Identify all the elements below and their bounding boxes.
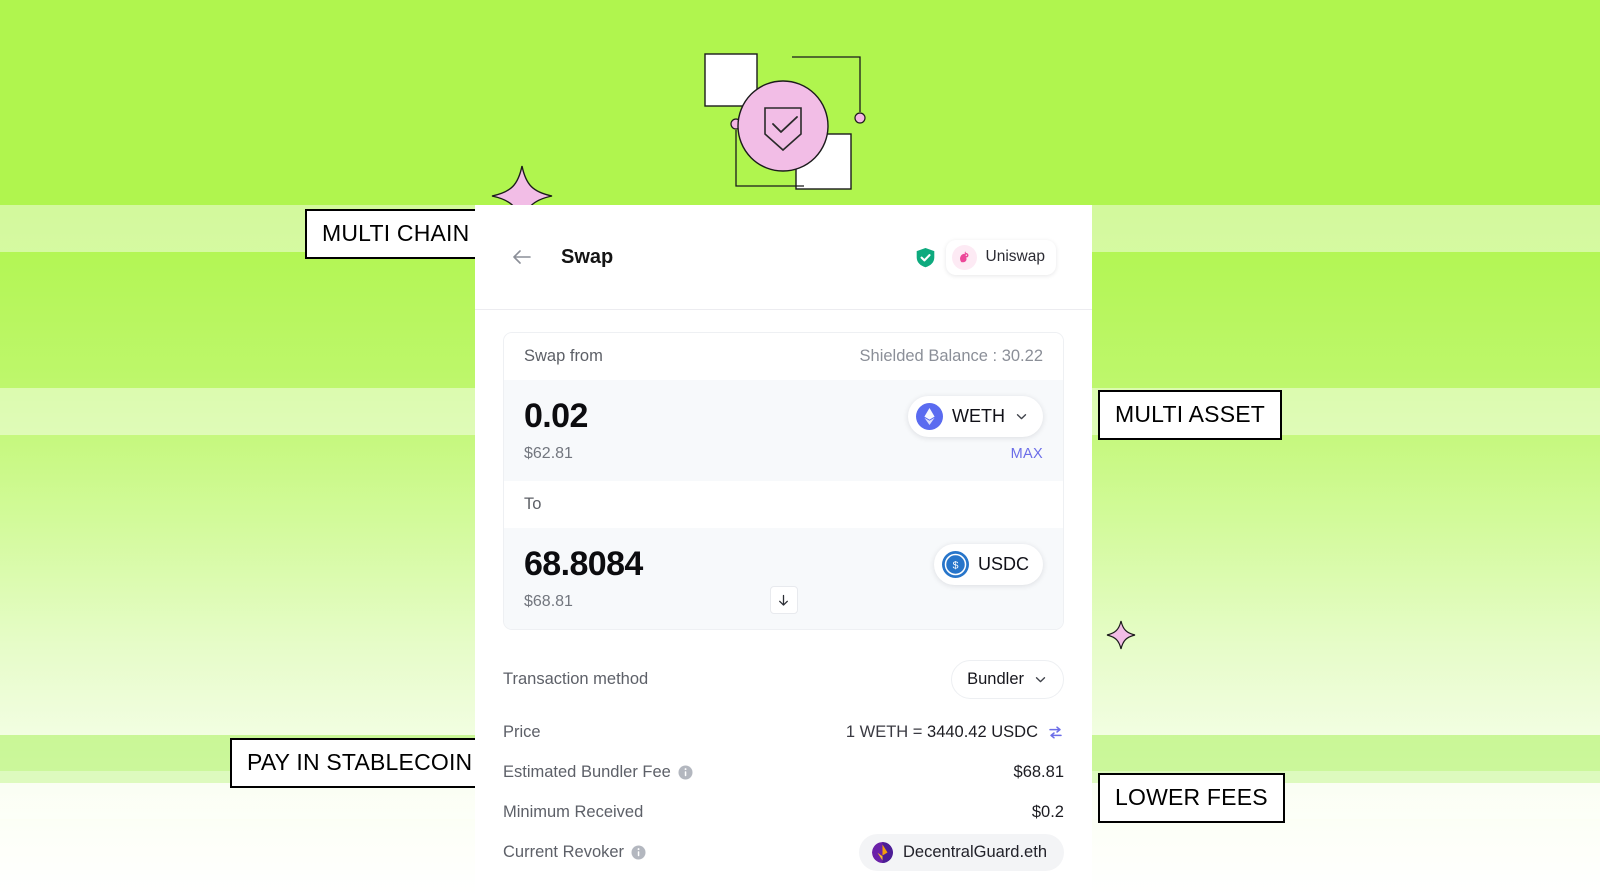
arrow-down-icon	[779, 594, 788, 606]
swap-card: Swap Uniswap Swap from Shielded Balance	[475, 205, 1092, 896]
token-selector-from[interactable]: WETH	[908, 396, 1043, 437]
ens-avatar-icon	[872, 841, 893, 863]
swap-from-amount-input[interactable]: 0.02	[524, 397, 588, 436]
swap-to-header: To	[504, 481, 1063, 528]
swap-to-amount-input[interactable]: 68.8084	[524, 545, 643, 584]
swap-from-header: Swap from Shielded Balance : 30.22	[504, 333, 1063, 380]
token-symbol-to: USDC	[977, 554, 1029, 574]
shield-hero-illustration	[704, 53, 866, 190]
usdc-icon: $	[941, 551, 969, 578]
transaction-details: Transaction method Bundler Price 1 WETH …	[503, 660, 1064, 871]
minimum-received-value: $0.2	[1031, 802, 1064, 821]
svg-text:$: $	[953, 559, 959, 571]
callout-multi-chain: MULTI CHAIN	[305, 209, 487, 259]
bundler-fee-text: Estimated Bundler Fee	[503, 762, 671, 781]
minimum-received-label: Minimum Received	[503, 802, 644, 821]
transaction-method-value: Bundler	[967, 670, 1024, 688]
swap-arrows-icon[interactable]	[1047, 724, 1064, 741]
current-revoker-value: DecentralGuard.eth	[903, 842, 1047, 861]
detail-row-transaction-method: Transaction method Bundler	[503, 660, 1064, 699]
price-right: 3440.42 USDC	[927, 722, 1038, 741]
price-label: Price	[503, 722, 541, 741]
shielded-balance-label: Shielded Balance : 30.22	[859, 347, 1043, 365]
swap-direction-button[interactable]	[769, 586, 798, 614]
callout-pay-in-stablecoin: PAY IN STABLECOIN	[230, 738, 490, 788]
token-symbol-from: WETH	[952, 406, 1005, 426]
price-left: 1 WETH =	[845, 722, 928, 741]
info-icon[interactable]	[678, 765, 693, 780]
transaction-method-label: Transaction method	[503, 670, 649, 688]
callout-multi-asset: MULTI ASSET	[1098, 390, 1283, 440]
dex-badge-uniswap[interactable]: Uniswap	[945, 239, 1056, 275]
swap-from-fiat-value: $62.81	[524, 445, 573, 462]
swap-from-amount-row: 0.02 WETH $62.81 MAX	[504, 380, 1063, 481]
swap-from-label: Swap from	[524, 347, 603, 365]
detail-row-minimum-received: Minimum Received $0.2	[503, 793, 1064, 831]
max-button[interactable]: MAX	[1011, 446, 1043, 462]
unicorn-icon	[951, 244, 977, 270]
detail-row-current-revoker: Current Revoker DecentralGuard.eth	[503, 833, 1064, 871]
swap-to-fiat-value: $68.81	[524, 593, 573, 610]
chevron-down-icon	[1035, 677, 1046, 683]
swap-panel: Swap from Shielded Balance : 30.22 0.02 …	[503, 332, 1064, 630]
sparkle-icon-small	[1106, 620, 1136, 650]
dex-name-label: Uniswap	[985, 248, 1045, 265]
detail-row-price: Price 1 WETH = 3440.42 USDC	[503, 713, 1064, 751]
current-revoker-label: Current Revoker	[503, 843, 646, 862]
page-title: Swap	[561, 245, 614, 268]
ethereum-icon	[916, 403, 943, 430]
swap-to-label: To	[524, 495, 542, 513]
current-revoker-text: Current Revoker	[503, 842, 625, 861]
header-right-group: Uniswap	[915, 239, 1056, 275]
card-header: Swap Uniswap	[475, 205, 1092, 310]
bundler-fee-value: $68.81	[1013, 762, 1064, 781]
chevron-down-icon	[1016, 414, 1027, 420]
token-selector-to[interactable]: $ USDC	[933, 544, 1043, 585]
shield-check-icon	[916, 247, 934, 267]
detail-row-bundler-fee: Estimated Bundler Fee $68.81	[503, 753, 1064, 791]
price-value-group: 1 WETH = 3440.42 USDC	[846, 723, 1064, 742]
bundler-fee-label: Estimated Bundler Fee	[503, 763, 693, 782]
info-icon[interactable]	[631, 845, 646, 860]
callout-lower-fees: LOWER FEES	[1098, 773, 1285, 823]
current-revoker-badge[interactable]: DecentralGuard.eth	[859, 833, 1064, 871]
back-arrow-icon[interactable]	[509, 244, 535, 270]
transaction-method-dropdown[interactable]: Bundler	[951, 660, 1064, 699]
